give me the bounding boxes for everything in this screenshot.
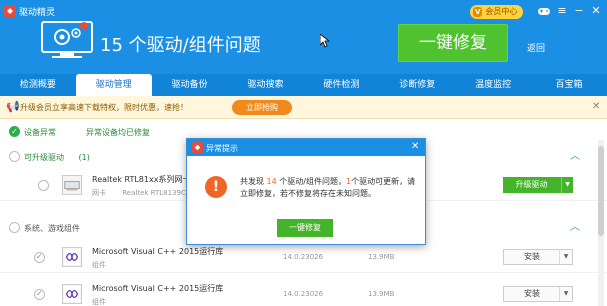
install-button[interactable]: 安装 ▼ (503, 286, 573, 302)
section-radio[interactable] (9, 222, 20, 233)
main-tabs: 检测概要 驱动管理 驱动备份 驱动搜索 硬件检测 诊断修复 温度监控 百宝箱 (0, 74, 607, 96)
dialog-header: 异常提示 ✕ (187, 139, 425, 156)
tab-driver-search[interactable]: 驱动搜索 (228, 74, 304, 96)
tab-driver-backup[interactable]: 驱动备份 (152, 74, 228, 96)
row-name: Realtek RTL81xx系列网卡 (92, 175, 191, 184)
minimize-icon[interactable]: − (572, 4, 586, 18)
dialog-message: 共发现 14 个驱动/组件问题，1个驱动可更新，请立即修复，若不修复将存在未知问… (240, 176, 418, 200)
mouse-cursor-icon (320, 34, 330, 48)
tab-overview[interactable]: 检测概要 (0, 74, 76, 96)
row-radio[interactable] (34, 289, 45, 300)
row-name: Microsoft Visual C++ 2015运行库 (92, 284, 224, 293)
upgrade-driver-button[interactable]: 升级驱动 ▼ (503, 177, 573, 193)
row-size: 13.9MB (368, 290, 395, 298)
buy-now-button[interactable]: 立即抢购 (232, 100, 292, 115)
header-banner: 驱动精灵 V 会员中心 ≡ − ✕ 15 个驱动/组件问题 一键修复 返回 (0, 0, 607, 74)
dialog-title: 异常提示 (206, 144, 238, 153)
close-icon[interactable]: ✕ (589, 4, 603, 18)
filter-all-fixed[interactable]: 异常设备均已修复 (86, 127, 150, 138)
megaphone-icon: 📢 (6, 100, 20, 113)
problem-count: 14 (266, 177, 277, 186)
check-circle-icon[interactable]: ✓ (9, 126, 20, 137)
component-row: Microsoft Visual C++ 2015运行库 组件 14.0.230… (0, 280, 607, 306)
row-category: 组件 (92, 261, 106, 269)
component-row: Microsoft Visual C++ 2015运行库 组件 14.0.230… (0, 243, 607, 273)
chevron-down-icon[interactable]: ▼ (559, 287, 572, 301)
dialog-close-icon[interactable]: ✕ (411, 141, 419, 152)
row-category: 组件 (92, 298, 106, 306)
tab-temperature[interactable]: 温度监控 (455, 74, 531, 96)
warning-icon: ! (205, 176, 227, 198)
row-size: 13.9MB (368, 253, 395, 261)
install-label: 安装 (524, 252, 540, 261)
problem-headline: 15 个驱动/组件问题 (100, 35, 261, 56)
install-label: 安装 (524, 289, 540, 298)
chevron-up-icon[interactable]: ︿ (570, 223, 580, 233)
section-label: 系统、游戏组件 (24, 224, 80, 233)
vip-label: 会员中心 (485, 7, 518, 16)
return-link[interactable]: 返回 (527, 41, 545, 54)
tab-driver-management[interactable]: 驱动管理 (75, 74, 152, 96)
error-dialog: 异常提示 ✕ ! 共发现 14 个驱动/组件问题，1个驱动可更新，请立即修复，若… (186, 138, 426, 245)
row-version: 14.0.23026 (283, 253, 324, 261)
tab-hardware-detect[interactable]: 硬件检测 (304, 74, 380, 96)
tab-toolbox[interactable]: 百宝箱 (531, 74, 607, 96)
row-model: Realtek RTL8139C (122, 189, 186, 197)
monitor-gear-icon (41, 21, 93, 58)
visual-studio-icon (62, 284, 82, 304)
msg-part: 个驱动/组件问题， (276, 177, 346, 186)
scrollbar-thumb[interactable] (598, 146, 604, 236)
upgrade-driver-label: 升级驱动 (515, 180, 548, 189)
app-logo-icon (192, 142, 203, 153)
row-category: 网卡 (92, 189, 106, 197)
filter-row: ✓ 设备异常 异常设备均已修复 (0, 125, 607, 139)
network-card-icon (62, 175, 82, 195)
row-radio[interactable] (38, 180, 49, 191)
chevron-down-icon[interactable]: ▼ (559, 250, 572, 264)
filter-device-error[interactable]: 设备异常 (24, 127, 56, 138)
section-radio[interactable] (9, 151, 20, 162)
install-button[interactable]: 安装 ▼ (503, 249, 573, 265)
app-title: 驱动精灵 (19, 8, 56, 18)
section-count: (1) (78, 153, 90, 162)
visual-studio-icon (62, 247, 82, 267)
promo-close-icon[interactable]: ✕ (592, 101, 600, 112)
app-logo-icon (4, 5, 16, 17)
promo-bar: 📢 升级会员立享高速下载特权，限时优惠，速抢！ 立即抢购 ✕ (0, 96, 607, 119)
vip-center-button[interactable]: V 会员中心 (470, 5, 524, 19)
promo-text: 升级会员立享高速下载特权，限时优惠，速抢！ (20, 103, 188, 112)
tab-diagnose-repair[interactable]: 诊断修复 (379, 74, 455, 96)
vip-icon: V (473, 7, 483, 17)
scrollbar[interactable] (598, 140, 604, 306)
menu-icon[interactable]: ≡ (555, 4, 569, 18)
one-click-fix-button[interactable]: 一键修复 (398, 24, 508, 62)
section-label: 可升级驱动 (24, 153, 64, 162)
dialog-fix-button[interactable]: 一键修复 (277, 219, 333, 237)
row-version: 14.0.23026 (283, 290, 324, 298)
msg-part: 共发现 (240, 177, 267, 186)
chevron-down-icon[interactable]: ▼ (561, 177, 573, 193)
row-name: Microsoft Visual C++ 2015运行库 (92, 247, 224, 256)
gamepad-icon[interactable] (537, 4, 551, 18)
chevron-up-icon[interactable]: ︿ (570, 152, 580, 162)
row-radio[interactable] (34, 252, 45, 263)
